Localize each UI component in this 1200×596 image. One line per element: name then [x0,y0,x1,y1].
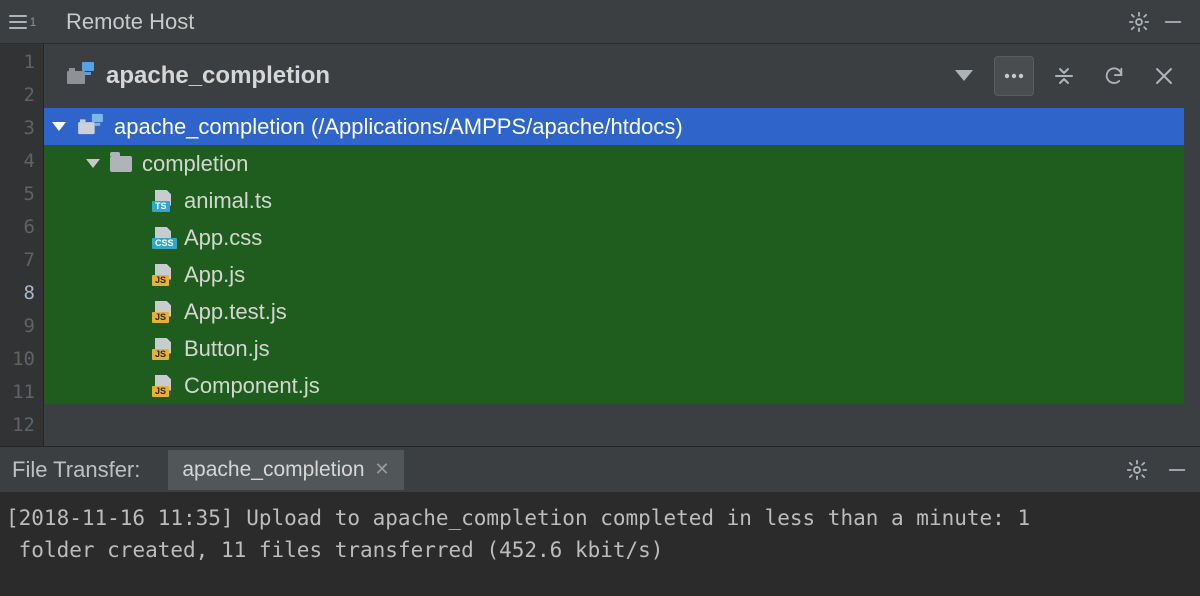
file-transfer-log: [2018-11-16 11:35] Upload to apache_comp… [0,492,1200,584]
tree-file-label: Button.js [184,336,270,362]
tree-file-row[interactable]: JS App.js [44,256,1184,293]
folder-icon [110,156,132,172]
line-number: 4 [0,145,43,178]
file-transfer-minimize-icon[interactable] [1160,453,1194,487]
line-number-gutter: 123456789101112 [0,44,44,446]
browse-button[interactable] [994,56,1034,96]
tab-close-icon[interactable]: ✕ [375,459,390,480]
tree-file-row[interactable]: TS animal.ts [44,182,1184,219]
remote-tree[interactable]: apache_completion (/Applications/AMPPS/a… [44,108,1184,446]
line-number: 8 [0,277,43,310]
expand-icon[interactable] [86,159,100,168]
minimize-icon[interactable] [1156,5,1190,39]
tree-file-label: Component.js [184,373,320,399]
spacer [0,584,1200,596]
remote-host-toolbar: apache_completion [44,44,1200,108]
close-icon[interactable] [1144,56,1184,96]
line-number: 7 [0,244,43,277]
tree-root-row[interactable]: apache_completion (/Applications/AMPPS/a… [44,108,1184,145]
settings-icon[interactable] [1122,5,1156,39]
file-icon: CSS [152,227,174,249]
remote-host-header: 1 Remote Host [0,0,1200,44]
expand-icon[interactable] [52,122,66,131]
tree-file-label: animal.ts [184,188,272,214]
collapse-expand-icon[interactable] [1044,56,1084,96]
panel-title: Remote Host [44,9,1122,35]
line-number: 5 [0,178,43,211]
tree-folder-label: completion [142,151,248,177]
server-icon [66,61,96,91]
file-icon: TS [152,190,174,212]
line-number: 12 [0,409,43,442]
file-transfer-settings-icon[interactable] [1120,453,1154,487]
file-transfer-tab[interactable]: apache_completion ✕ [168,450,403,490]
file-icon: JS [152,338,174,360]
line-number: 10 [0,343,43,376]
file-icon: JS [152,301,174,323]
file-icon: JS [152,264,174,286]
tree-file-label: App.css [184,225,262,251]
tree-file-row[interactable]: JS Component.js [44,367,1184,404]
tree-folder-row[interactable]: completion [44,145,1184,182]
remote-host-body: apache_completion [44,44,1200,446]
tree-file-label: App.js [184,262,245,288]
line-number: 6 [0,211,43,244]
tree-file-label: App.test.js [184,299,287,325]
file-transfer-tab-label: apache_completion [182,458,364,482]
line-number: 9 [0,310,43,343]
file-icon: JS [152,375,174,397]
dropdown-icon[interactable] [944,56,984,96]
file-transfer-header: File Transfer: apache_completion ✕ [0,446,1200,492]
tree-root-label: apache_completion (/Applications/AMPPS/a… [114,114,683,140]
tree-file-row[interactable]: JS Button.js [44,330,1184,367]
line-number: 2 [0,79,43,112]
gutter-numbers-icon: 1 [0,14,44,30]
server-folder-icon [76,113,114,141]
refresh-icon[interactable] [1094,56,1134,96]
tree-file-row[interactable]: JS App.test.js [44,293,1184,330]
line-number: 11 [0,376,43,409]
server-name: apache_completion [106,62,934,90]
main-row: 123456789101112 apache_completion [0,44,1200,446]
file-transfer-title: File Transfer: [12,457,168,483]
tree-file-row[interactable]: CSS App.css [44,219,1184,256]
line-number: 1 [0,46,43,79]
line-number: 3 [0,112,43,145]
